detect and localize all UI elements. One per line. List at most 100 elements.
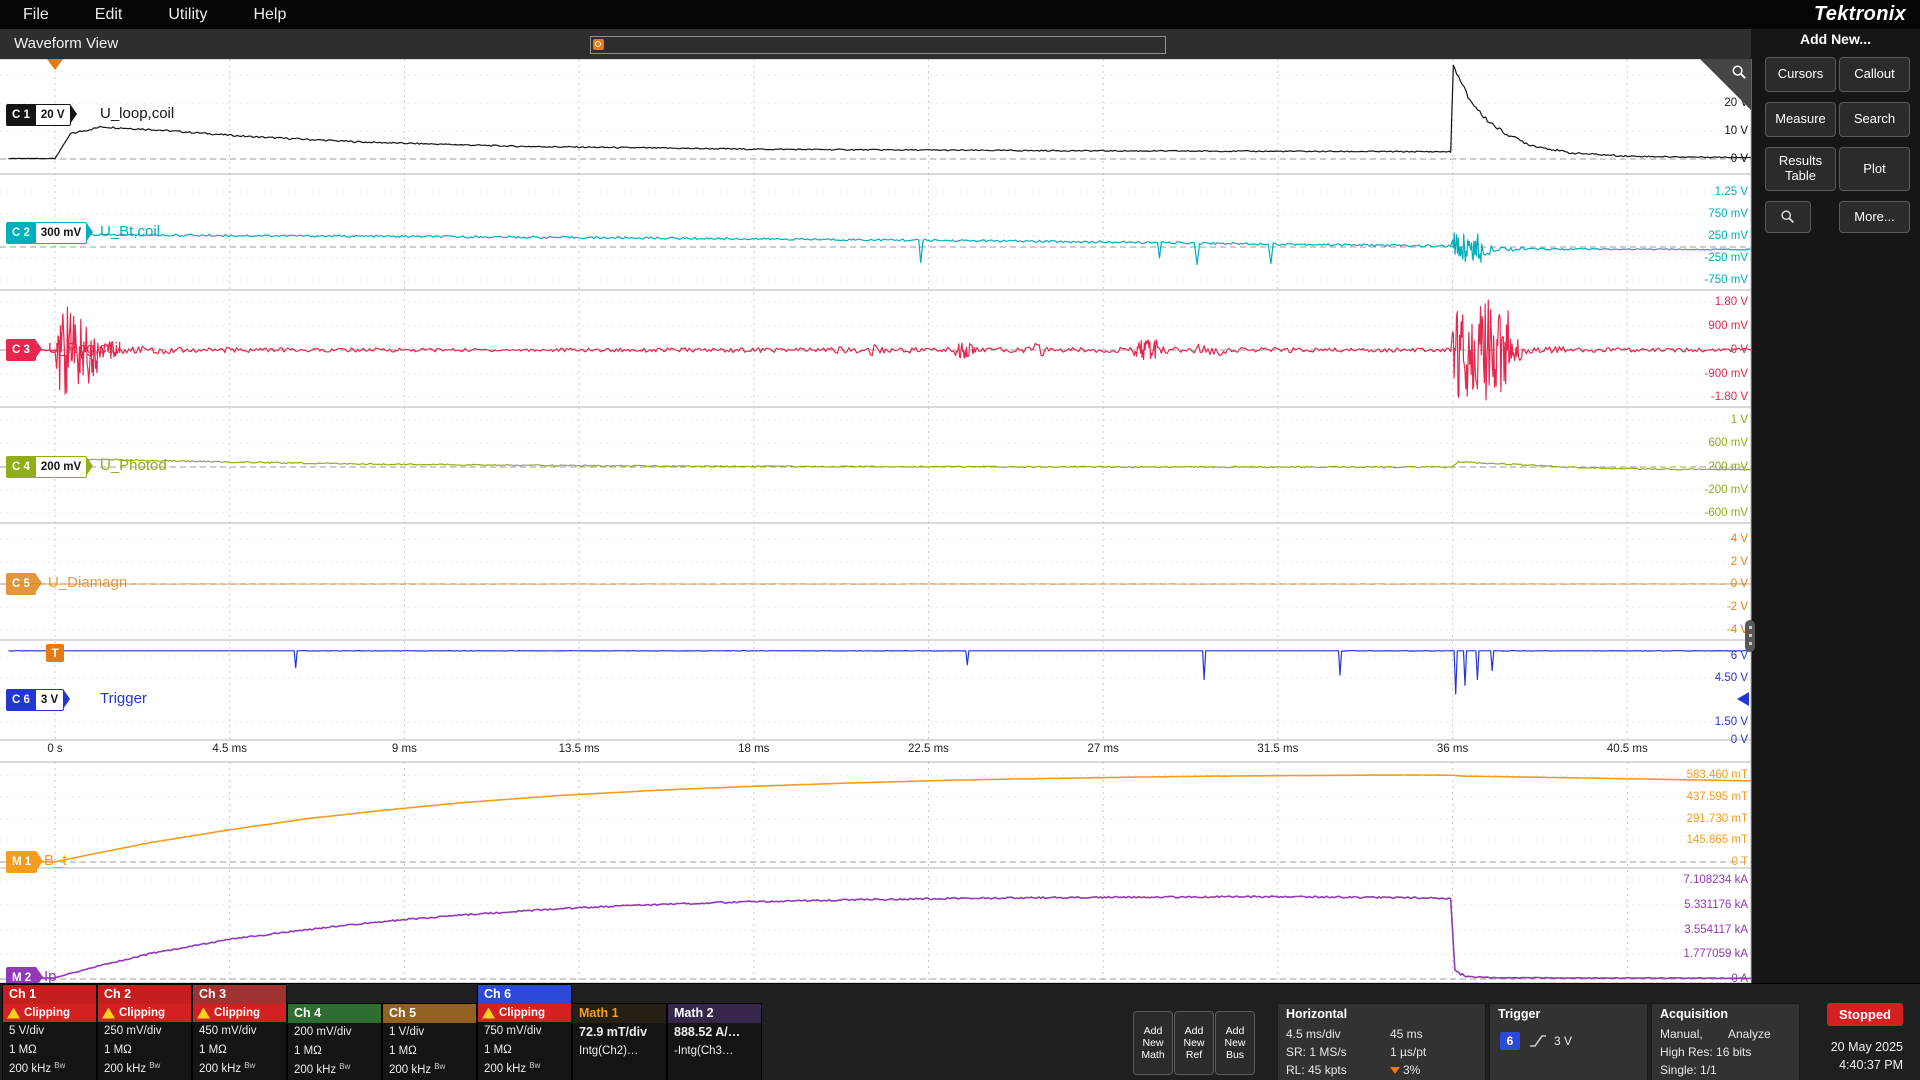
axis-label-c1: 10 V xyxy=(1724,123,1748,139)
badge-title: Ch 6 xyxy=(478,985,571,1004)
bandwidth-limit-icon: Bw xyxy=(54,1061,65,1070)
badge-setting: 1 MΩ xyxy=(3,1041,96,1060)
bottom-badge-ch-6[interactable]: Ch 6Clipping750 mV/div1 MΩ200 kHzBw xyxy=(477,984,572,1080)
panel-drag-handle[interactable] xyxy=(1745,620,1755,652)
horizontal-panel[interactable]: Horizontal4.5 ms/div45 msSR: 1 MS/s1 µs/… xyxy=(1277,1003,1486,1080)
channel-label-c5[interactable]: U_Diamagn xyxy=(48,573,127,593)
trigger-source-badge[interactable]: T xyxy=(46,644,64,662)
badge-title: Ch 3 xyxy=(193,985,286,1004)
trigger-title: Trigger xyxy=(1498,1007,1540,1021)
sidebar-button-callout[interactable]: Callout xyxy=(1839,57,1910,92)
horizontal-value-right: 3% xyxy=(1390,1063,1420,1077)
acquisition-panel[interactable]: AcquisitionManual,AnalyzeHigh Res: 16 bi… xyxy=(1651,1003,1800,1080)
channel-badge-c4[interactable]: C 4200 mV xyxy=(6,456,87,478)
warning-icon xyxy=(7,1008,20,1019)
axis-label-c4: -600 mV xyxy=(1705,505,1748,521)
sidebar-zoom-button[interactable] xyxy=(1765,201,1811,233)
badge-pointer-icon xyxy=(36,851,43,871)
axis-label-c5: 0 V xyxy=(1731,576,1748,592)
badge-settings: 450 mV/div1 MΩ200 kHzBw xyxy=(193,1022,286,1079)
add-new-ref-button[interactable]: AddNewRef xyxy=(1174,1011,1214,1075)
axis-label-c3: -1.80 V xyxy=(1711,389,1748,405)
channel-badge-m1[interactable]: M 1 xyxy=(6,851,37,873)
bottom-badge-math-2[interactable]: Math 2888.52 A/…-Intg(Ch3… xyxy=(667,1003,762,1080)
channel-badge-c1[interactable]: C 120 V xyxy=(6,104,71,126)
sidebar-button-plot[interactable]: Plot xyxy=(1839,147,1910,191)
channel-badge-c3[interactable]: C 3 xyxy=(6,339,36,361)
axis-label-c4: 600 mV xyxy=(1708,435,1748,451)
axis-label-m2: 1.777059 kA xyxy=(1683,946,1748,962)
badge-setting: 200 kHzBw xyxy=(478,1060,571,1079)
add-new-word: Math xyxy=(1141,1049,1164,1061)
channel-badge-c5[interactable]: C 5 xyxy=(6,573,36,595)
badge-setting: 200 kHzBw xyxy=(193,1060,286,1079)
channel-badge-c6[interactable]: C 63 V xyxy=(6,689,64,711)
channel-id: M 1 xyxy=(7,852,36,872)
bottom-badge-ch-5[interactable]: Ch 51 V/div1 MΩ200 kHzBw xyxy=(382,1003,477,1080)
channel-label-c4[interactable]: U_Photod xyxy=(100,456,167,476)
axis-label-c4: -200 mV xyxy=(1705,482,1748,498)
trigger-source-channel: 6 xyxy=(1500,1032,1520,1050)
waveform-plot-area[interactable] xyxy=(0,59,1751,983)
badge-setting: 200 kHzBw xyxy=(383,1061,476,1080)
badge-setting: 5 V/div xyxy=(3,1022,96,1041)
sidebar-title: Add New... xyxy=(1751,31,1920,47)
axis-label-m1: 145.865 mT xyxy=(1687,832,1748,848)
badge-setting: 72.9 mT/div xyxy=(573,1023,666,1042)
axis-label-m1: 583.460 mT xyxy=(1687,767,1748,783)
badge-setting: 1 MΩ xyxy=(288,1042,381,1061)
axis-label-c2: 250 mV xyxy=(1708,228,1748,244)
axis-label-c6: 1.50 V xyxy=(1715,714,1748,730)
badge-pointer-icon xyxy=(35,573,42,593)
channel-badge-c2[interactable]: C 2300 mV xyxy=(6,222,87,244)
trigger-level-marker[interactable] xyxy=(1737,692,1749,706)
sidebar-button-more[interactable]: More... xyxy=(1839,201,1910,233)
warning-icon xyxy=(102,1008,115,1019)
add-new-word: Add xyxy=(1144,1025,1163,1037)
zoom-overview-icon[interactable] xyxy=(593,39,604,50)
menu-help[interactable]: Help xyxy=(230,0,309,29)
bottom-badge-ch-3[interactable]: Ch 3Clipping450 mV/div1 MΩ200 kHzBw xyxy=(192,984,287,1080)
channel-label-c1[interactable]: U_loop,coil xyxy=(100,104,174,124)
sidebar-button-search[interactable]: Search xyxy=(1839,102,1910,137)
bottom-badge-ch-1[interactable]: Ch 1Clipping5 V/div1 MΩ200 kHzBw xyxy=(2,984,97,1080)
badge-setting: 200 kHzBw xyxy=(288,1061,381,1080)
channel-label-m1[interactable]: B_t xyxy=(44,851,67,871)
menu-edit[interactable]: Edit xyxy=(72,0,146,29)
add-new-math-button[interactable]: AddNewMath xyxy=(1133,1011,1173,1075)
axis-label-c5: -2 V xyxy=(1727,599,1748,615)
badge-settings: 250 mV/div1 MΩ200 kHzBw xyxy=(98,1022,191,1079)
trigger-panel[interactable]: Trigger63 V xyxy=(1489,1003,1648,1080)
badge-setting: 1 MΩ xyxy=(193,1041,286,1060)
channel-label-c2[interactable]: U_Bt,coil xyxy=(100,222,160,242)
sidebar-button-results-table[interactable]: Results Table xyxy=(1765,147,1836,191)
clipping-warning: Clipping xyxy=(3,1004,96,1022)
status-time: 4:40:37 PM xyxy=(1839,1058,1903,1072)
magnifier-icon xyxy=(1731,64,1748,81)
badge-settings: 5 V/div1 MΩ200 kHzBw xyxy=(3,1022,96,1079)
trigger-position-marker[interactable] xyxy=(47,59,63,70)
add-new-bus-button[interactable]: AddNewBus xyxy=(1215,1011,1255,1075)
menu-file[interactable]: File xyxy=(0,0,72,29)
channel-id: C 4 xyxy=(7,457,35,477)
channel-scale: 3 V xyxy=(35,690,63,710)
magnifier-icon xyxy=(1780,209,1796,225)
sidebar-button-cursors[interactable]: Cursors xyxy=(1765,57,1836,92)
axis-label-m1: 0 T xyxy=(1732,854,1748,870)
menu-utility[interactable]: Utility xyxy=(145,0,230,29)
bottom-badge-ch-4[interactable]: Ch 4200 mV/div1 MΩ200 kHzBw xyxy=(287,1003,382,1080)
bottom-badge-math-1[interactable]: Math 172.9 mT/divIntg(Ch2)… xyxy=(572,1003,667,1080)
waveform-view-title: Waveform View xyxy=(14,29,118,59)
add-new-word: Ref xyxy=(1186,1049,1202,1061)
badge-settings: 888.52 A/…-Intg(Ch3… xyxy=(668,1023,761,1061)
axis-label-c3: 900 mV xyxy=(1708,318,1748,334)
badge-settings: 750 mV/div1 MΩ200 kHzBw xyxy=(478,1022,571,1079)
channel-label-c6[interactable]: Trigger xyxy=(100,689,147,709)
channel-label-c3[interactable]: U_Rog,coil xyxy=(48,339,121,359)
horizontal-pan-zoom-bar[interactable] xyxy=(590,36,1166,54)
add-new-word: Add xyxy=(1226,1025,1245,1037)
bottom-badge-ch-2[interactable]: Ch 2Clipping250 mV/div1 MΩ200 kHzBw xyxy=(97,984,192,1080)
sidebar-button-measure[interactable]: Measure xyxy=(1765,102,1836,137)
add-new-word: Add xyxy=(1185,1025,1204,1037)
channel-scale: 300 mV xyxy=(35,223,86,243)
